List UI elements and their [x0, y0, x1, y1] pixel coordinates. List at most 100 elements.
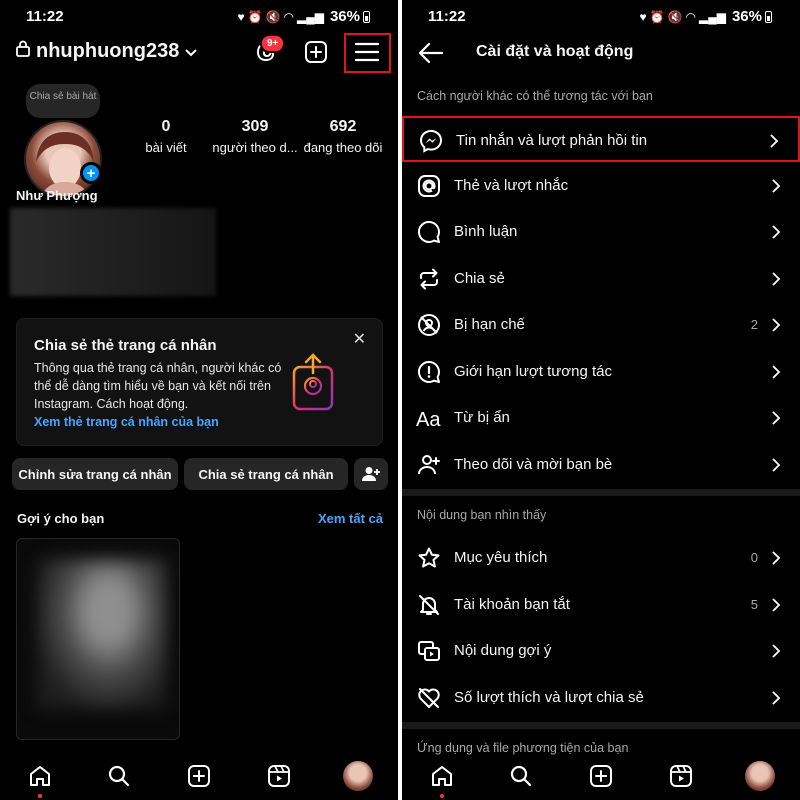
suggested-content-icon	[415, 637, 443, 665]
chevron-right-icon	[770, 134, 779, 148]
tab-profile[interactable]	[743, 759, 777, 793]
tab-create[interactable]	[584, 759, 618, 793]
chevron-right-icon	[772, 272, 781, 286]
settings-item-hidden-words[interactable]: Aa Từ bị ẩn	[402, 395, 800, 441]
home-icon	[431, 766, 452, 786]
discover-people-button[interactable]	[354, 458, 388, 490]
alarm-icon: ⏰	[649, 9, 665, 24]
settings-item-count: 5	[750, 597, 758, 612]
see-all-link[interactable]: Xem tất cả	[318, 511, 383, 526]
lock-icon	[16, 40, 30, 63]
heart-off-icon	[415, 684, 443, 712]
chevron-down-icon	[185, 40, 198, 63]
add-person-icon	[415, 451, 443, 479]
settings-item-muted-accounts[interactable]: Tài khoản bạn tắt 5	[402, 582, 800, 628]
suggested-account-card[interactable]	[16, 538, 180, 740]
settings-item-comments[interactable]: Bình luận	[402, 209, 800, 255]
tab-search[interactable]	[102, 759, 136, 793]
settings-item-count: 0	[750, 550, 758, 565]
avatar-photo	[36, 132, 94, 196]
stat-value: 0	[161, 118, 171, 135]
edit-profile-button[interactable]: Chỉnh sửa trang cá nhân	[12, 458, 178, 490]
add-person-icon	[362, 467, 380, 481]
settings-item-label: Bình luận	[454, 223, 518, 240]
settings-item-label: Tài khoản bạn tắt	[454, 596, 570, 613]
stat-followers[interactable]: 309 người theo d...	[212, 118, 298, 155]
stat-label: đang theo dõi	[303, 140, 383, 155]
status-icons: ♥ ⏰ 🔇 ◠ ▂▄▆ 36%	[237, 8, 370, 25]
tab-home[interactable]	[425, 759, 459, 793]
settings-item-suggested-content[interactable]: Nội dung gợi ý	[402, 628, 800, 674]
settings-item-favorites[interactable]: Mục yêu thích 0	[402, 535, 800, 581]
stat-posts[interactable]: 0 bài viết	[144, 118, 188, 155]
signal-icon: ▂▄▆	[297, 9, 324, 24]
profile-avatar[interactable]	[24, 120, 102, 198]
at-sign-icon	[415, 172, 443, 200]
section-divider	[402, 722, 800, 729]
chevron-right-icon	[772, 318, 781, 332]
reels-icon	[267, 765, 290, 787]
signal-icon: ▂▄▆	[699, 9, 726, 24]
card-description: Thông qua thẻ trang cá nhân, người khác …	[34, 361, 282, 411]
create-button[interactable]	[300, 36, 332, 68]
settings-item-label: Nội dung gợi ý	[454, 642, 552, 659]
svg-text:Aa: Aa	[416, 409, 441, 430]
battery-icon	[363, 10, 370, 23]
avatar	[745, 761, 776, 791]
stat-label: bài viết	[145, 140, 187, 155]
share-profile-card: Chia sẻ thẻ trang cá nhân Thông qua thẻ …	[16, 318, 383, 446]
settings-item-sharing[interactable]: Chia sẻ	[402, 256, 800, 302]
heart-icon: ♥	[237, 9, 245, 24]
tab-profile[interactable]	[341, 759, 375, 793]
settings-item-tags-mentions[interactable]: Thẻ và lượt nhắc	[402, 163, 800, 209]
settings-item-limit-interactions[interactable]: Giới hạn lượt tương tác	[402, 349, 800, 395]
settings-item-follow-invite[interactable]: Theo dõi và mời bạn bè	[402, 442, 800, 488]
font-aa-icon: Aa	[415, 404, 443, 432]
tab-create[interactable]	[182, 759, 216, 793]
note-bubble[interactable]: Chia sẻ bài hát	[26, 84, 100, 118]
tab-reels[interactable]	[262, 759, 296, 793]
battery-icon	[765, 10, 772, 23]
search-icon	[109, 765, 130, 787]
alert-circle-icon	[415, 358, 443, 386]
share-profile-button[interactable]: Chia sẻ trang cá nhân	[184, 458, 348, 490]
settings-item-label: Chia sẻ	[454, 270, 505, 287]
chevron-right-icon	[772, 598, 781, 612]
section-header-interactions: Cách người khác có thể tương tác với bạn	[417, 89, 653, 103]
settings-item-messages[interactable]: Tin nhắn và lượt phản hồi tin	[402, 116, 800, 162]
card-title: Chia sẻ thẻ trang cá nhân	[34, 337, 217, 354]
tab-search[interactable]	[504, 759, 538, 793]
settings-item-restricted[interactable]: Bị hạn chế 2	[402, 302, 800, 348]
alarm-icon: ⏰	[247, 9, 263, 24]
notification-badge: 9+	[260, 34, 286, 53]
wifi-icon: ◠	[685, 9, 696, 24]
mute-icon: 🔇	[667, 9, 683, 24]
wifi-icon: ◠	[283, 9, 294, 24]
settings-item-label: Từ bị ẩn	[454, 409, 510, 426]
chevron-right-icon	[772, 644, 781, 658]
chevron-right-icon	[772, 458, 781, 472]
suggestions-title: Gợi ý cho bạn	[17, 511, 105, 526]
close-icon[interactable]: ✕	[353, 329, 366, 349]
add-story-icon[interactable]: +	[80, 162, 102, 184]
muted-bell-icon	[415, 591, 443, 619]
card-link[interactable]: Xem thẻ trang cá nhân của bạn	[34, 415, 219, 429]
settings-item-like-share-counts[interactable]: Số lượt thích và lượt chia sẻ	[402, 675, 800, 721]
page-title: Cài đặt và hoạt động	[476, 43, 634, 60]
repost-icon	[415, 265, 443, 293]
tab-home[interactable]	[23, 759, 57, 793]
status-bar: 11:22 ♥ ⏰ 🔇 ◠ ▂▄▆ 36%	[402, 0, 800, 34]
menu-highlight-box	[344, 33, 391, 73]
add-square-icon	[187, 765, 210, 787]
username-switcher[interactable]: nhuphuong238	[16, 40, 198, 63]
chevron-right-icon	[772, 365, 781, 379]
back-button[interactable]	[416, 38, 446, 68]
tab-reels[interactable]	[664, 759, 698, 793]
profile-card-share-icon	[291, 353, 335, 411]
add-square-icon	[305, 41, 327, 63]
bottom-tab-bar	[402, 752, 800, 800]
stat-following[interactable]: 692 đang theo dõi	[300, 118, 386, 155]
battery-percent: 36%	[731, 8, 762, 25]
settings-item-count: 2	[750, 317, 758, 332]
heart-icon: ♥	[639, 9, 647, 24]
